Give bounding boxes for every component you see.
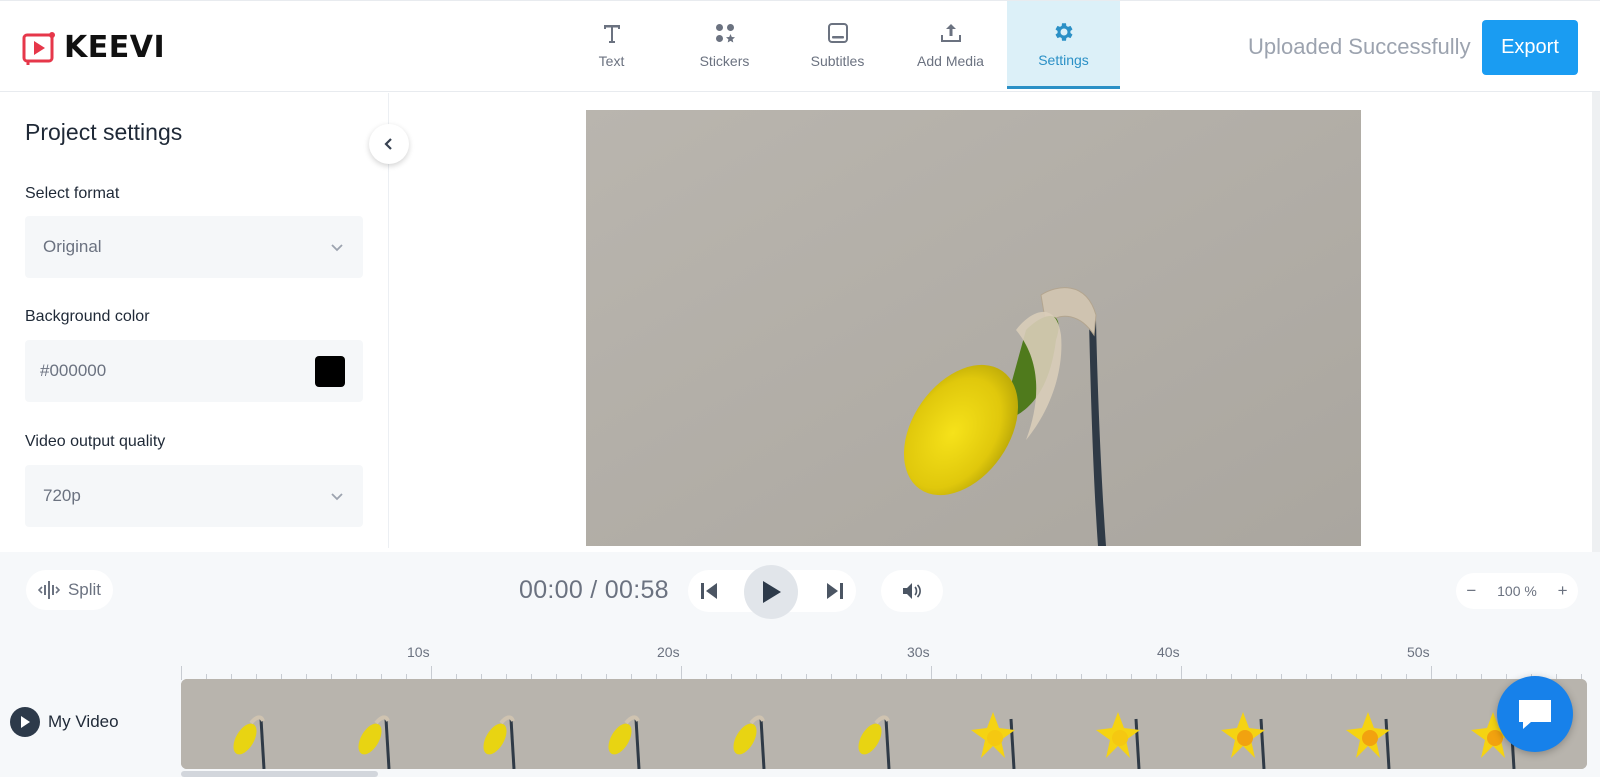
video-thumbnail [1056, 679, 1181, 769]
format-label: Select format [25, 185, 120, 202]
ruler-tick [1181, 666, 1182, 680]
video-thumbnail [1306, 679, 1431, 769]
playback-controls [688, 565, 856, 619]
toolbar-tabs: Text Stickers Subtitles Add Media Settin… [555, 1, 1120, 89]
subtitles-icon [827, 23, 848, 43]
skip-forward-icon[interactable] [824, 580, 846, 602]
video-frame-image [586, 110, 1361, 546]
quality-select[interactable]: 720p [25, 465, 363, 527]
tab-stickers[interactable]: Stickers [668, 1, 781, 89]
format-select[interactable]: Original [25, 216, 363, 278]
quality-value: 720p [43, 486, 81, 505]
split-label: Split [67, 580, 102, 599]
tab-add-media[interactable]: Add Media [894, 1, 1007, 89]
text-icon [603, 25, 620, 43]
stickers-icon [715, 24, 735, 43]
play-button[interactable] [744, 565, 798, 619]
video-thumbnail [306, 679, 431, 769]
chat-bubble-icon [1519, 700, 1551, 729]
video-thumbnail [556, 679, 681, 769]
background-color-field[interactable]: #000000 [25, 340, 363, 402]
timeline-ruler[interactable]: 10s 20s 30s 40s 50s [181, 644, 1600, 680]
ruler-tick [681, 666, 682, 680]
export-button[interactable]: Export [1482, 20, 1578, 75]
logo[interactable]: KEEVI [22, 29, 165, 65]
track-name: My Video [48, 712, 119, 731]
ruler-tick [431, 666, 432, 680]
track-header: My Video [10, 707, 119, 737]
track-play-button[interactable] [10, 707, 40, 737]
play-icon [21, 716, 30, 728]
video-preview[interactable] [586, 110, 1361, 546]
format-value: Original [43, 237, 102, 256]
volume-button[interactable] [881, 570, 943, 612]
tab-label: Stickers [699, 53, 750, 69]
tab-label: Add Media [917, 53, 984, 69]
background-color-value: #000000 [40, 361, 107, 380]
vertical-scrollbar[interactable] [1592, 92, 1600, 552]
logo-text: KEEVI [64, 29, 166, 65]
ruler-tick-label: 50s [1407, 644, 1430, 660]
panel-title: Project settings [25, 119, 183, 145]
color-swatch[interactable] [315, 355, 345, 387]
tab-settings[interactable]: Settings [1007, 1, 1120, 89]
collapse-panel-button[interactable] [369, 124, 409, 164]
skip-back-icon[interactable] [698, 580, 720, 602]
ruler-tick-label: 40s [1157, 644, 1180, 660]
ruler-tick-label: 30s [907, 644, 930, 660]
video-thumbnail [181, 679, 306, 769]
timecode: 00:00 / 00:58 [519, 576, 669, 604]
ruler-tick [931, 666, 932, 680]
zoom-level: 100 % [1497, 583, 1537, 599]
gear-icon [1055, 22, 1072, 41]
zoom-out-button[interactable]: − [1466, 581, 1476, 601]
play-icon [763, 581, 781, 603]
background-color-label: Background color [25, 308, 150, 325]
video-thumbnail [431, 679, 556, 769]
video-thumbnail [806, 679, 931, 769]
timeline-panel: Split 00:00 / 00:58 − 100 % + 10s 20s 30s 4… [0, 552, 1600, 777]
video-thumbnail [1181, 679, 1306, 769]
volume-icon [903, 583, 921, 599]
chat-button[interactable] [1497, 676, 1573, 752]
video-track-clip[interactable] [181, 679, 1587, 769]
ruler-tick-label: 10s [407, 644, 430, 660]
upload-status: Uploaded Successfully [1248, 34, 1471, 59]
tab-subtitles[interactable]: Subtitles [781, 1, 894, 89]
zoom-in-button[interactable]: + [1558, 581, 1568, 601]
split-button[interactable]: Split [26, 570, 113, 610]
quality-label: Video output quality [25, 433, 166, 450]
timeline-scrollbar[interactable] [181, 771, 378, 777]
ruler-tick-label: 20s [657, 644, 680, 660]
tab-text[interactable]: Text [555, 1, 668, 89]
split-icon [37, 581, 60, 599]
ruler-tick [181, 666, 182, 680]
video-thumbnail [681, 679, 806, 769]
chevron-down-icon [331, 493, 343, 501]
tab-label: Text [598, 53, 625, 69]
zoom-control: − 100 % + [1456, 573, 1578, 609]
ruler-tick [1431, 666, 1432, 680]
video-thumbnail [931, 679, 1056, 769]
tab-label: Subtitles [810, 53, 865, 69]
chevron-down-icon [331, 244, 343, 252]
settings-panel: Project settings Select format Original … [0, 93, 389, 548]
chevron-left-icon [384, 138, 392, 150]
top-toolbar: KEEVI Text Stickers Subtitles Add Media … [0, 0, 1600, 92]
upload-icon [940, 24, 961, 42]
keevi-logo-icon [22, 32, 55, 65]
tab-label: Settings [1038, 51, 1089, 68]
